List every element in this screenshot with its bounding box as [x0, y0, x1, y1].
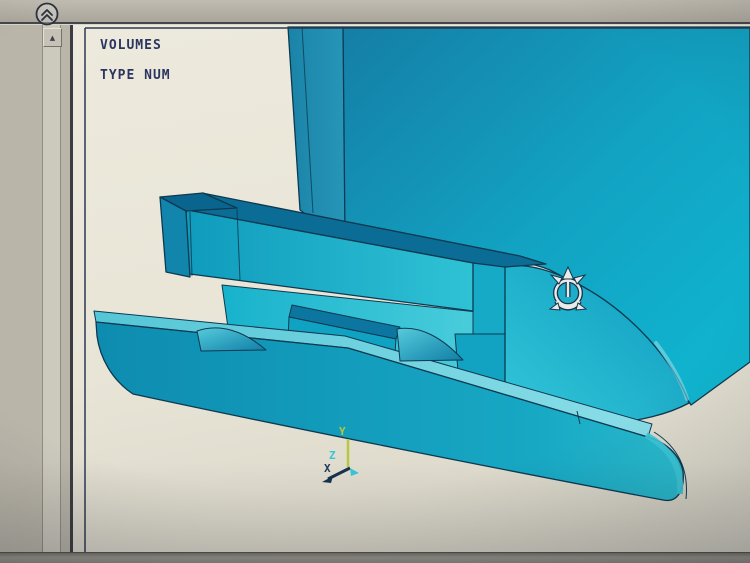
double-chevron-up-icon	[35, 2, 59, 26]
title-bar-highlight	[0, 24, 750, 25]
graphics-viewport[interactable]: Y Z X	[73, 24, 750, 552]
graphics-window: Y Z X VOLUMES TYPE NUM	[73, 24, 750, 552]
title-bar	[0, 0, 750, 24]
triad-y-label: Y	[339, 425, 346, 438]
scroll-up-button[interactable]: ▲	[43, 28, 62, 47]
model-volumes-plot: Y Z X	[84, 26, 750, 552]
triad-z-label: Z	[329, 449, 336, 462]
vertical-scrollbar[interactable]: ▲	[42, 24, 62, 563]
ansys-application-window: ▲ Y Z X VOLUMES TYPE NUM	[0, 0, 750, 563]
annotation-type-num: TYPE NUM	[100, 68, 171, 83]
annotation-volumes: VOLUMES	[100, 38, 162, 53]
bottom-edge-strip	[0, 552, 750, 563]
triangle-up-icon: ▲	[49, 33, 56, 42]
collapse-toolbar-button[interactable]	[34, 1, 60, 27]
left-panel: ▲	[0, 24, 70, 563]
triad-x-label: X	[324, 462, 331, 475]
model-endcap-upper	[472, 262, 506, 335]
